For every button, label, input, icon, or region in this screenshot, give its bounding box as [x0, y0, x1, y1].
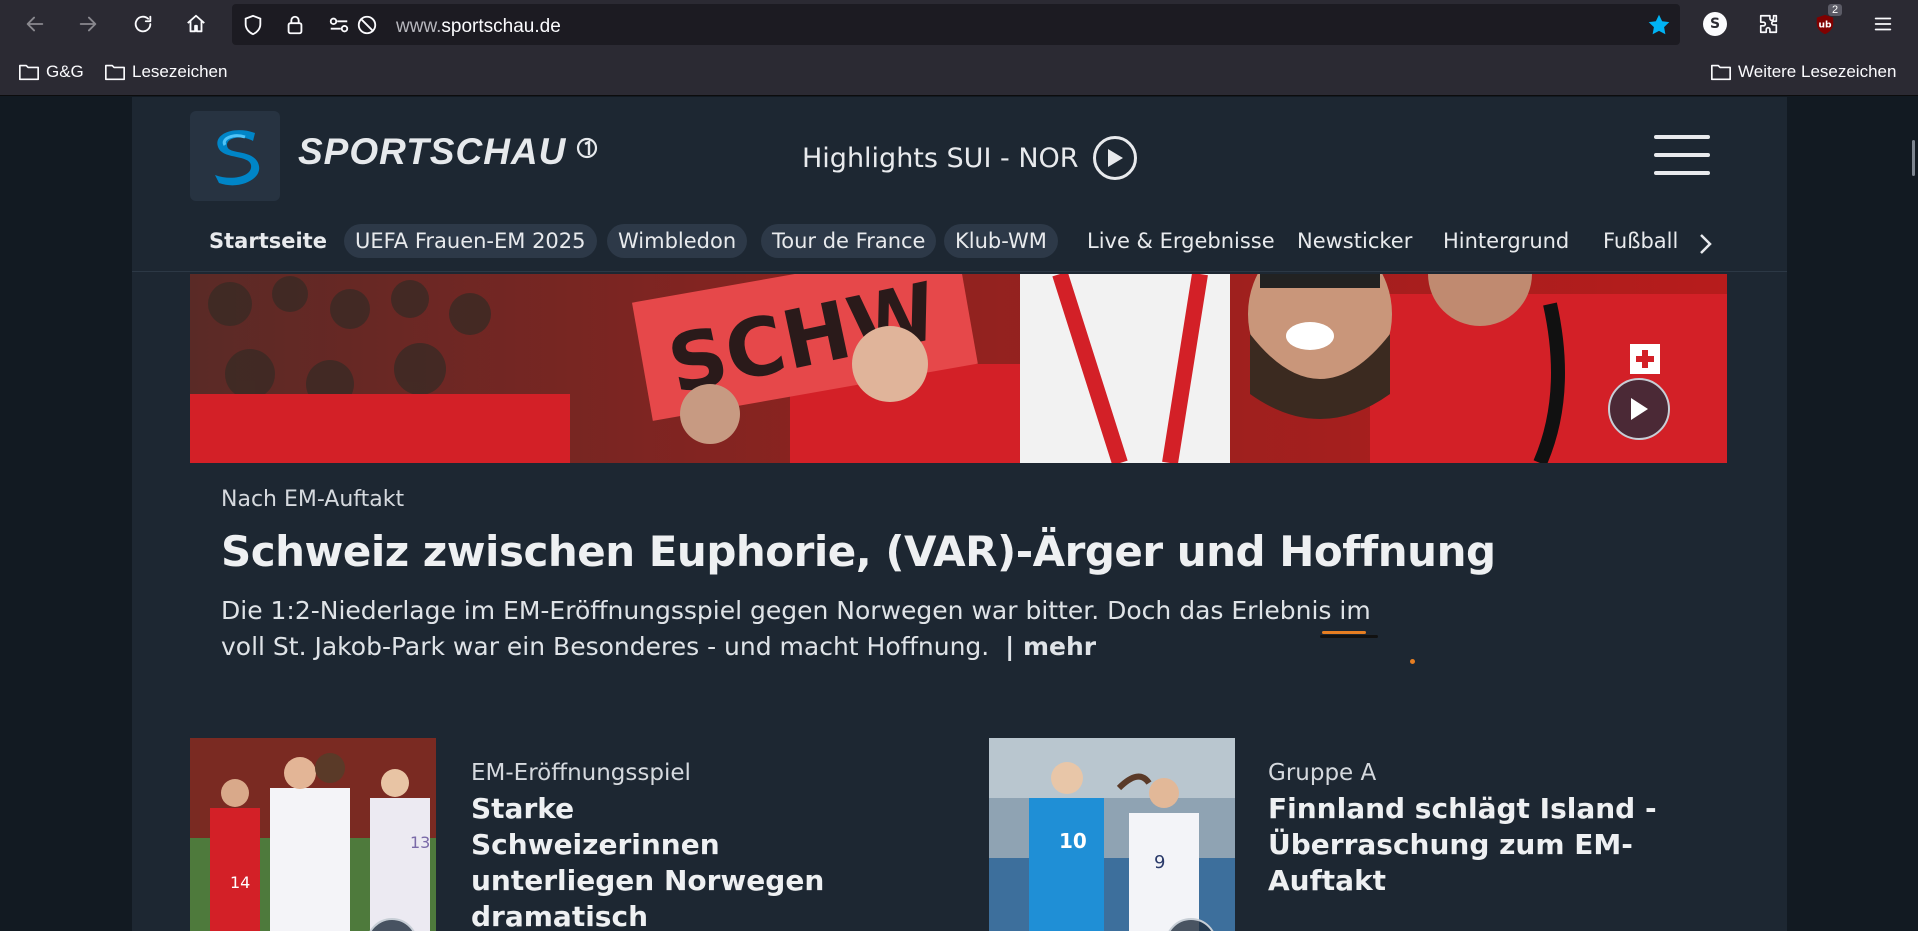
folder-icon [1711, 64, 1731, 81]
other-bookmarks-folder[interactable]: Weitere Lesezeichen [1710, 62, 1896, 82]
svg-text:ub: ub [1818, 20, 1832, 31]
arrow-right-icon [79, 16, 97, 32]
ublock-shield-icon: ub [1816, 14, 1834, 35]
read-more-link[interactable]: | mehr [1005, 632, 1096, 661]
lead-story-image[interactable]: SCHW [190, 274, 1727, 463]
browser-toolbar: www.sportschau.de S ub 2 [0, 0, 1918, 48]
bookmarks-bar: G&G Lesezeichen Weitere Lesezeichen [0, 48, 1918, 96]
back-button[interactable] [18, 7, 52, 41]
menu-line [1654, 135, 1710, 139]
lead-headline[interactable]: Schweiz zwischen Euphorie, (VAR)-Ärger u… [221, 527, 1496, 576]
tracking-protection-icon[interactable] [356, 14, 378, 36]
nav-item-frauen-em[interactable]: UEFA Frauen-EM 2025 [344, 224, 597, 258]
nav-item-live-ergebnisse[interactable]: Live & Ergebnisse [1087, 224, 1275, 258]
crowd-photo: SCHW [190, 274, 1727, 463]
folder-icon [105, 64, 125, 81]
bookmark-folder-gg[interactable]: G&G [18, 62, 84, 82]
reload-button[interactable] [126, 7, 160, 41]
svg-text:10: 10 [1059, 829, 1087, 853]
forward-button[interactable] [71, 7, 105, 41]
nav-item-tour-de-france[interactable]: Tour de France [761, 224, 937, 258]
reload-icon [134, 15, 152, 33]
lead-kicker: Nach EM-Auftakt [221, 487, 405, 512]
arrow-left-icon [26, 16, 44, 32]
highlight-text: Highlights SUI - NOR [802, 142, 1079, 174]
svg-text:9: 9 [1154, 852, 1165, 873]
bookmark-folder-lesezeichen[interactable]: Lesezeichen [104, 62, 227, 82]
card-kicker-2: Gruppe A [1268, 760, 1377, 786]
video-play-button[interactable] [1608, 378, 1670, 440]
card-image-2[interactable]: 10 9 [989, 738, 1235, 931]
bookmark-star-icon[interactable] [1646, 12, 1672, 38]
sportschau-s-icon [215, 130, 260, 186]
puzzle-icon [1759, 14, 1778, 34]
nav-scroll-right-button[interactable] [1680, 224, 1730, 264]
menu-line [1654, 171, 1710, 175]
ard-one-icon [576, 137, 598, 159]
card-title-2[interactable]: Finnland schlägt Island - Überraschung z… [1268, 791, 1718, 899]
highlight-video-link[interactable]: Highlights SUI - NOR [802, 136, 1137, 180]
annotation-dot [1410, 659, 1415, 664]
hamburger-icon [1874, 17, 1892, 31]
ublock-button[interactable]: ub 2 [1808, 4, 1843, 41]
annotation-underline [1322, 631, 1366, 634]
folder-icon [19, 64, 39, 81]
nav-item-klub-wm[interactable]: Klub-WM [944, 224, 1058, 258]
card-title-1[interactable]: Starke Schweizerinnen unterliegen Norweg… [471, 791, 831, 931]
lead-teaser: Die 1:2-Niederlage im EM-Eröffnungsspiel… [221, 593, 1421, 665]
extensions-button[interactable] [1752, 7, 1786, 41]
page-content: SPORTSCHAU Highlights SUI - NOR Startsei… [132, 97, 1787, 931]
shield-icon[interactable] [242, 14, 264, 36]
permissions-icon[interactable] [328, 14, 350, 36]
extension-badge: 2 [1828, 4, 1843, 16]
nav-item-newsticker[interactable]: Newsticker [1297, 224, 1412, 258]
players-match-photo: 10 9 [989, 738, 1235, 931]
annotation-underline [1320, 635, 1378, 638]
other-bookmarks-label: Weitere Lesezeichen [1738, 62, 1897, 81]
site-header: SPORTSCHAU Highlights SUI - NOR Startsei… [132, 97, 1787, 273]
nav-item-hintergrund[interactable]: Hintergrund [1443, 224, 1569, 258]
play-icon [1092, 136, 1137, 180]
menu-line [1654, 153, 1710, 157]
play-icon [1631, 398, 1648, 420]
url-prefix: www. [396, 16, 442, 37]
lead-teaser-text: Die 1:2-Niederlage im EM-Eröffnungsspiel… [221, 596, 1371, 661]
sportschau-logo[interactable] [190, 111, 280, 201]
lock-icon[interactable] [284, 14, 306, 36]
site-menu-button[interactable] [1654, 135, 1710, 175]
url-domain: sportschau.de [441, 16, 561, 37]
svg-text:14: 14 [230, 873, 250, 892]
card-image-1[interactable]: 14 13 [190, 738, 436, 931]
nav-item-fussball[interactable]: Fußball [1603, 224, 1678, 258]
bookmark-label: Lesezeichen [132, 62, 228, 81]
card-kicker-1: EM-Eröffnungsspiel [471, 760, 691, 786]
profile-avatar: S [1703, 12, 1727, 36]
nav-item-startseite[interactable]: Startseite [209, 224, 327, 258]
players-celebrating-photo: 14 13 [190, 738, 436, 931]
app-menu-button[interactable] [1866, 7, 1900, 41]
url-text[interactable]: www.sportschau.de [396, 16, 561, 38]
nav-item-wimbledon[interactable]: Wimbledon [607, 224, 748, 258]
profile-button[interactable]: S [1698, 7, 1732, 41]
brand-wordmark[interactable]: SPORTSCHAU [298, 131, 566, 173]
chevron-right-icon [1700, 234, 1712, 254]
home-icon [187, 14, 205, 33]
page-scrollbar[interactable] [1912, 140, 1915, 176]
main-navigation: Startseite UEFA Frauen-EM 2025 Wimbledon… [132, 224, 1787, 272]
address-bar[interactable]: www.sportschau.de [232, 4, 1680, 45]
home-button[interactable] [179, 7, 213, 41]
svg-text:13: 13 [410, 833, 430, 852]
bookmark-label: G&G [46, 62, 84, 81]
